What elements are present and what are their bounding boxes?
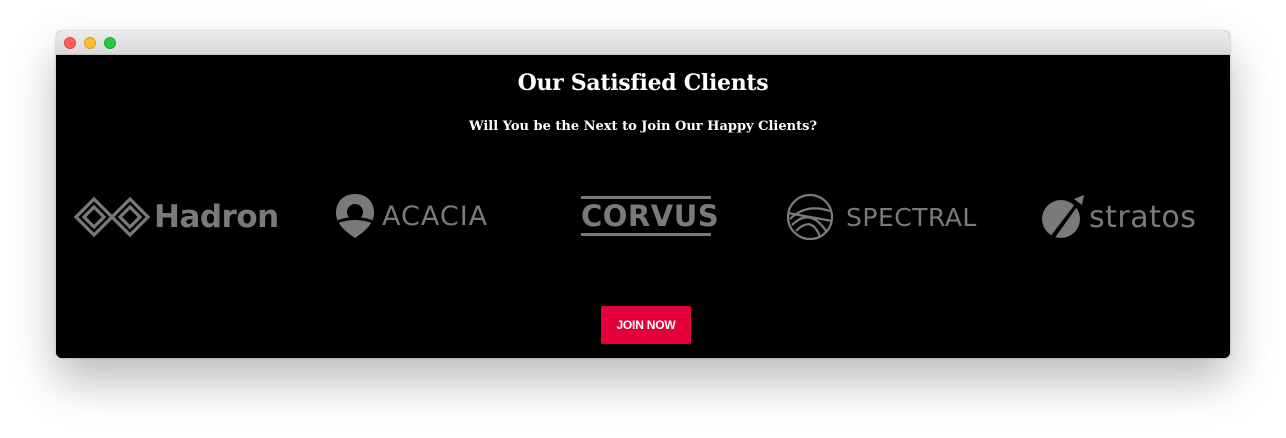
hadron-diamond-icon [74, 195, 150, 239]
client-logo-hadron: Hadron [74, 195, 279, 239]
client-logo-acacia: ACACIA [334, 192, 488, 240]
acacia-wordmark: ACACIA [382, 200, 489, 232]
hadron-wordmark: Hadron [154, 199, 279, 235]
clients-section: Our Satisfied Clients Will You be the Ne… [56, 55, 1230, 358]
corvus-wordmark: CORVUS [581, 199, 720, 233]
section-title: Our Satisfied Clients [517, 70, 769, 96]
join-now-button[interactable]: JOIN NOW [601, 306, 691, 344]
client-logo-spectral: SPECTRAL [786, 193, 977, 241]
acacia-shield-icon [334, 192, 376, 240]
window-titlebar [56, 31, 1230, 55]
minimize-window-button[interactable] [84, 37, 96, 49]
client-logo-corvus: CORVUS [581, 196, 719, 236]
stratos-circle-icon [1040, 193, 1086, 241]
spectral-wordmark: SPECTRAL [846, 202, 977, 232]
zoom-window-button[interactable] [104, 37, 116, 49]
close-window-button[interactable] [64, 37, 76, 49]
corvus-bottom-bar [581, 233, 711, 236]
stratos-wordmark: stratos [1089, 199, 1197, 235]
client-logo-stratos: stratos [1040, 193, 1196, 241]
browser-window: Our Satisfied Clients Will You be the Ne… [56, 31, 1230, 358]
spectral-circle-icon [786, 193, 834, 241]
section-subtitle: Will You be the Next to Join Our Happy C… [468, 119, 818, 134]
